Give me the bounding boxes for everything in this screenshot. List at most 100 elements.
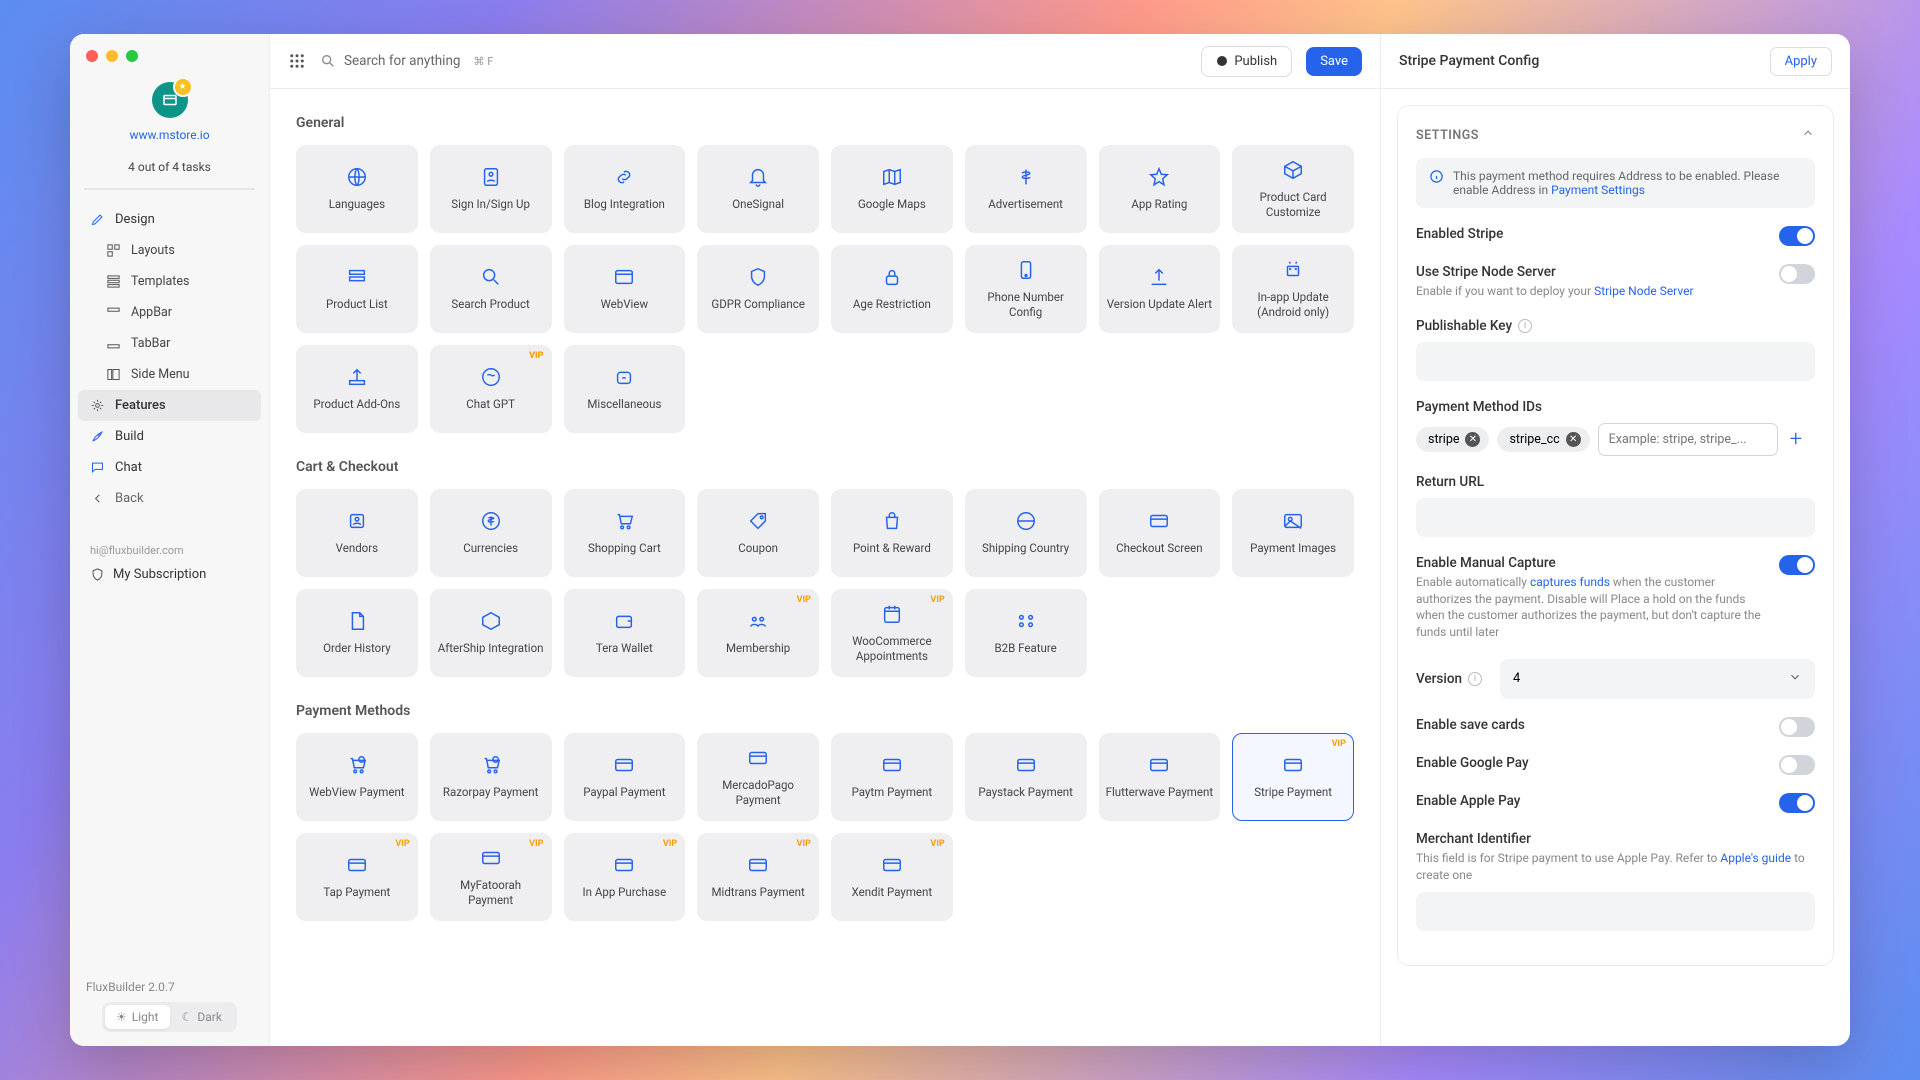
tile-gdpr-compliance[interactable]: GDPR Compliance [697, 245, 819, 333]
tile-paytm-payment[interactable]: Paytm Payment [831, 733, 953, 821]
tile-payment-images[interactable]: Payment Images [1232, 489, 1354, 577]
pmid-input[interactable] [1598, 423, 1778, 456]
tile-in-app-update-android-only-[interactable]: In-app Update (Android only) [1232, 245, 1354, 333]
close-window[interactable] [86, 50, 98, 62]
manual-capture-toggle[interactable] [1779, 555, 1815, 575]
nav-features[interactable]: Features [78, 390, 261, 421]
apps-icon[interactable] [288, 52, 306, 70]
tile-flutterwave-payment[interactable]: Flutterwave Payment [1099, 733, 1221, 821]
remove-chip[interactable]: ✕ [1566, 432, 1581, 447]
tile-onesignal[interactable]: OneSignal [697, 145, 819, 233]
nav-design[interactable]: Design [78, 204, 261, 235]
apply-button[interactable]: Apply [1770, 47, 1832, 76]
publish-button[interactable]: Publish [1201, 46, 1292, 77]
settings-heading[interactable]: SETTINGS [1416, 122, 1815, 158]
nav-back[interactable]: Back [78, 483, 261, 514]
tile-midtrans-payment[interactable]: VIPMidtrans Payment [697, 833, 819, 921]
tile-vendors[interactable]: Vendors [296, 489, 418, 577]
version-select[interactable]: 4 [1500, 659, 1815, 699]
tile-product-add-ons[interactable]: Product Add-Ons [296, 345, 418, 433]
tile-shipping-country[interactable]: Shipping Country [965, 489, 1087, 577]
tile-sign-in-sign-up[interactable]: Sign In/Sign Up [430, 145, 552, 233]
tile-chat-gpt[interactable]: VIPVIPChat GPT [430, 345, 552, 433]
tile-mercadopago-payment[interactable]: MercadoPago Payment [697, 733, 819, 821]
return-url-input[interactable] [1416, 498, 1815, 537]
tile-point-reward[interactable]: Point & Reward [831, 489, 953, 577]
my-subscription[interactable]: My Subscription [70, 561, 269, 588]
tasks-progress[interactable]: 4 out of 4 tasks [84, 146, 255, 190]
tile-label: Blog Integration [578, 197, 671, 211]
tile-tap-payment[interactable]: VIPTap Payment [296, 833, 418, 921]
manual-capture-label: Enable Manual Capture [1416, 555, 1765, 571]
tile-b2b-feature[interactable]: B2B Feature [965, 589, 1087, 677]
add-pmid[interactable]: + [1786, 427, 1806, 452]
tile-label: Coupon [732, 541, 784, 555]
tile-google-maps[interactable]: Google Maps [831, 145, 953, 233]
tile-tera-wallet[interactable]: Tera Wallet [564, 589, 686, 677]
tile-aftership-integration[interactable]: AfterShip Integration [430, 589, 552, 677]
tile-paystack-payment[interactable]: Paystack Payment [965, 733, 1087, 821]
tile-paypal-payment[interactable]: Paypal Payment [564, 733, 686, 821]
chevron-left-icon [90, 491, 105, 506]
tile-label: WebView Payment [303, 785, 410, 799]
tile-xendit-payment[interactable]: VIPXendit Payment [831, 833, 953, 921]
google-pay-toggle[interactable] [1779, 755, 1815, 775]
apple-guide-link[interactable]: Apple's guide [1720, 851, 1791, 865]
tile-checkout-screen[interactable]: Checkout Screen [1099, 489, 1221, 577]
nav-build[interactable]: Build [78, 421, 261, 452]
tile-blog-integration[interactable]: Blog Integration [564, 145, 686, 233]
tile-product-card-customize[interactable]: Product Card Customize [1232, 145, 1354, 233]
info-icon[interactable]: i [1468, 672, 1482, 686]
use-node-toggle[interactable] [1779, 264, 1815, 284]
tile-shopping-cart[interactable]: Shopping Cart [564, 489, 686, 577]
tile-languages[interactable]: Languages [296, 145, 418, 233]
info-icon[interactable]: i [1518, 319, 1532, 333]
tile-webview-payment[interactable]: WebView Payment [296, 733, 418, 821]
pubkey-label: Publishable Keyi [1416, 318, 1815, 334]
tile-advertisement[interactable]: Advertisement [965, 145, 1087, 233]
apple-pay-toggle[interactable] [1779, 793, 1815, 813]
tile-in-app-purchase[interactable]: VIPIn App Purchase [564, 833, 686, 921]
nav-templates[interactable]: Templates [78, 266, 261, 297]
nav-sidemenu[interactable]: Side Menu [78, 359, 261, 390]
tile-product-list[interactable]: Product List [296, 245, 418, 333]
tile-icon [346, 854, 368, 876]
nav-chat[interactable]: Chat [78, 452, 261, 483]
tile-version-update-alert[interactable]: Version Update Alert [1099, 245, 1221, 333]
tile-phone-number-config[interactable]: Phone Number Config [965, 245, 1087, 333]
nav-layouts[interactable]: Layouts [78, 235, 261, 266]
nav-tabbar[interactable]: TabBar [78, 328, 261, 359]
tile-webview[interactable]: WebView [564, 245, 686, 333]
tile-razorpay-payment[interactable]: Razorpay Payment [430, 733, 552, 821]
tile-search-product[interactable]: Search Product [430, 245, 552, 333]
chat-icon [90, 460, 105, 475]
nav-appbar[interactable]: AppBar [78, 297, 261, 328]
tile-stripe-payment[interactable]: VIPStripe Payment [1232, 733, 1354, 821]
payment-settings-link[interactable]: Payment Settings [1551, 183, 1645, 197]
remove-chip[interactable]: ✕ [1465, 432, 1480, 447]
tile-currencies[interactable]: Currencies [430, 489, 552, 577]
save-cards-toggle[interactable] [1779, 717, 1815, 737]
tile-icon [613, 510, 635, 532]
theme-light[interactable]: ☀Light [105, 1005, 170, 1029]
stripe-node-link[interactable]: Stripe Node Server [1594, 284, 1693, 298]
captures-funds-link[interactable]: captures funds [1530, 575, 1610, 589]
tile-age-restriction[interactable]: Age Restriction [831, 245, 953, 333]
pubkey-input[interactable] [1416, 342, 1815, 381]
tile-coupon[interactable]: Coupon [697, 489, 819, 577]
tile-woocommerce-appointments[interactable]: VIPWooCommerce Appointments [831, 589, 953, 677]
tile-order-history[interactable]: Order History [296, 589, 418, 677]
tile-app-rating[interactable]: App Rating [1099, 145, 1221, 233]
tile-membership[interactable]: VIPMembership [697, 589, 819, 677]
search-input[interactable]: Search for anything ⌘ F [320, 53, 1187, 69]
site-avatar[interactable] [152, 82, 188, 118]
minimize-window[interactable] [106, 50, 118, 62]
save-button[interactable]: Save [1306, 47, 1362, 76]
tile-miscellaneous[interactable]: Miscellaneous [564, 345, 686, 433]
enabled-stripe-toggle[interactable] [1779, 226, 1815, 246]
tile-myfatoorah-payment[interactable]: VIPMyFatoorah Payment [430, 833, 552, 921]
merchant-id-input[interactable] [1416, 892, 1815, 931]
maximize-window[interactable] [126, 50, 138, 62]
site-url[interactable]: www.mstore.io [129, 128, 209, 142]
theme-dark[interactable]: ☾Dark [170, 1005, 235, 1029]
